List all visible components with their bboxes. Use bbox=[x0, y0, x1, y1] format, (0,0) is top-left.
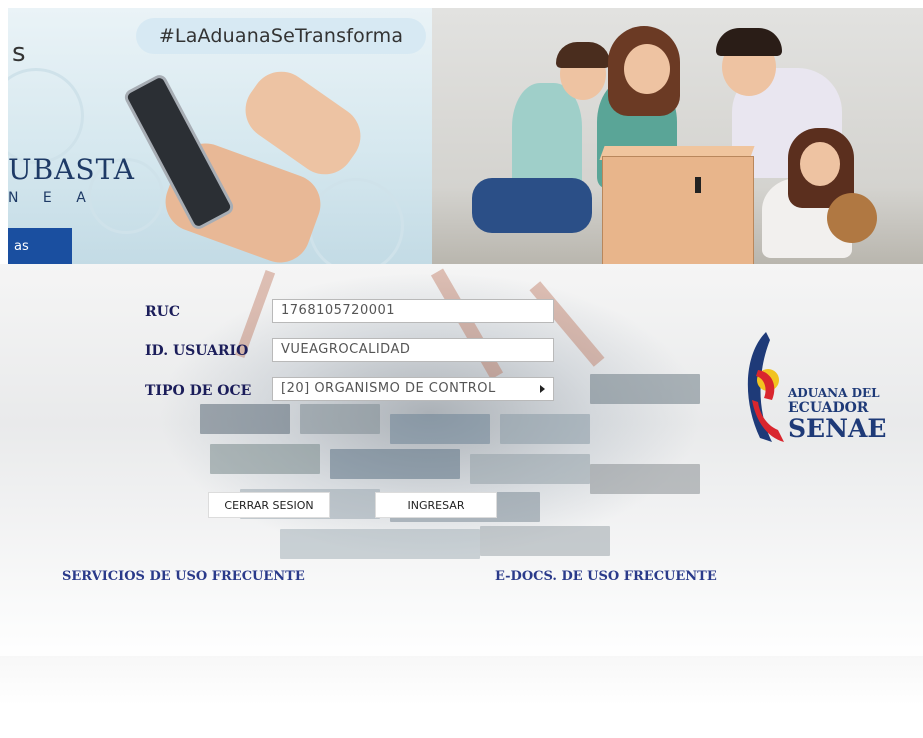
ruc-label: RUC bbox=[145, 304, 180, 320]
tipo-oce-selected-value: [20] ORGANISMO DE CONTROL bbox=[281, 381, 496, 396]
man-hair bbox=[716, 28, 782, 56]
boy-illustration bbox=[512, 83, 582, 193]
footer-band bbox=[0, 656, 923, 738]
senae-logo: ADUANA DEL ECUADOR SENAE bbox=[738, 330, 898, 450]
port-background bbox=[0, 264, 923, 664]
container-decoration bbox=[280, 529, 480, 559]
container-decoration bbox=[390, 414, 490, 444]
id-usuario-label: ID. USUARIO bbox=[145, 343, 249, 359]
subasta-logo-text: UBASTA bbox=[8, 153, 135, 186]
banner-right-family[interactable] bbox=[432, 8, 923, 264]
cardboard-box-illustration bbox=[602, 156, 754, 264]
id-usuario-input[interactable]: VUEAGROCALIDAD bbox=[272, 338, 554, 362]
hashtag-pill: #LaAduanaSeTransforma bbox=[136, 18, 426, 54]
container-decoration bbox=[210, 444, 320, 474]
container-decoration bbox=[470, 454, 590, 484]
servicios-uso-frecuente-link[interactable]: SERVICIOS DE USO FRECUENTE bbox=[62, 569, 305, 584]
chevron-right-icon bbox=[540, 385, 545, 393]
subasta-subtitle: N E A bbox=[8, 190, 96, 206]
logo-text-line1: ADUANA DEL bbox=[788, 386, 880, 400]
logo-text-line3: SENAE bbox=[788, 414, 887, 443]
boy-hair bbox=[556, 42, 610, 68]
banner-left-aduana-transforma[interactable]: s #LaAduanaSeTransforma UBASTA N E A as bbox=[8, 8, 432, 264]
decorative-circle bbox=[308, 178, 404, 264]
container-decoration bbox=[500, 414, 590, 444]
container-decoration bbox=[330, 449, 460, 479]
tipo-oce-label: TIPO DE OCE bbox=[145, 383, 252, 399]
container-decoration bbox=[200, 404, 290, 434]
cerrar-sesion-button[interactable]: CERRAR SESION bbox=[208, 492, 330, 518]
container-decoration bbox=[590, 464, 700, 494]
arrow-up-icon bbox=[695, 177, 701, 193]
teddy-bear-illustration bbox=[827, 193, 877, 243]
edocs-uso-frecuente-link[interactable]: E-DOCS. DE USO FRECUENTE bbox=[495, 569, 717, 584]
banner-blue-tab: as bbox=[8, 228, 72, 264]
ingresar-button[interactable]: INGRESAR bbox=[375, 492, 497, 518]
tipo-oce-select[interactable]: [20] ORGANISMO DE CONTROL bbox=[272, 377, 554, 401]
crane-decoration bbox=[430, 268, 504, 380]
woman-face bbox=[624, 44, 670, 94]
banner-partial-text: s bbox=[12, 38, 26, 68]
girl-face bbox=[800, 142, 840, 186]
ruc-input[interactable]: 1768105720001 bbox=[272, 299, 554, 323]
container-decoration bbox=[300, 404, 380, 434]
container-decoration bbox=[590, 374, 700, 404]
container-decoration bbox=[480, 526, 610, 556]
boy-jeans-illustration bbox=[472, 178, 592, 233]
decorative-circle bbox=[8, 68, 84, 164]
